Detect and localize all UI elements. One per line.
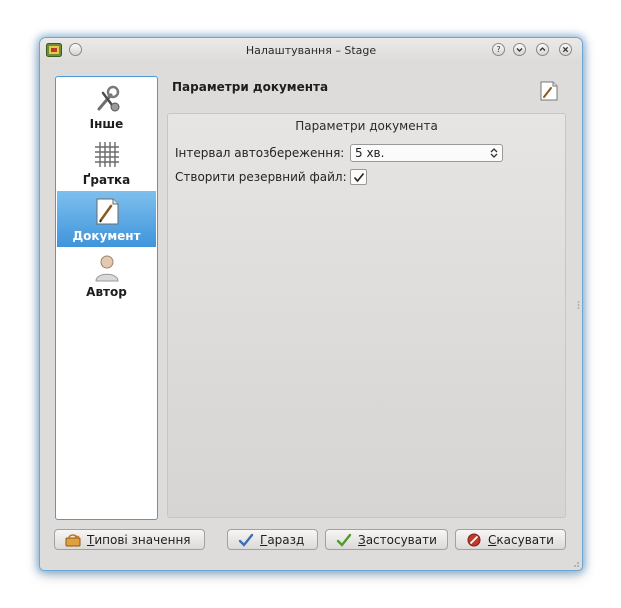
autosave-interval-spinbox[interactable]: 5 хв. bbox=[350, 144, 503, 162]
page-title: Параметри документа bbox=[172, 80, 329, 94]
button-label: ипові значення bbox=[94, 533, 191, 547]
minimize-icon[interactable] bbox=[513, 43, 526, 56]
check-icon bbox=[336, 533, 352, 547]
cancel-icon bbox=[467, 533, 481, 547]
cancel-button[interactable]: Скасувати bbox=[455, 529, 566, 550]
apply-button[interactable]: Застосувати bbox=[325, 529, 448, 550]
sidebar-item-label: Документ bbox=[72, 229, 141, 243]
help-icon[interactable]: ? bbox=[492, 43, 505, 56]
backup-file-label: Створити резервний файл: bbox=[175, 170, 347, 184]
button-label: касувати bbox=[496, 533, 554, 547]
group-title: Параметри документа bbox=[295, 119, 438, 133]
maximize-icon[interactable] bbox=[536, 43, 549, 56]
document-icon bbox=[96, 198, 119, 225]
spin-arrows-icon[interactable] bbox=[489, 147, 499, 159]
button-label: астосувати bbox=[365, 533, 437, 547]
sidebar-item-label: Ґратка bbox=[82, 173, 131, 187]
sidebar-item-label: Автор bbox=[86, 285, 127, 299]
sidebar-item-other[interactable]: Інше bbox=[57, 79, 156, 135]
user-icon bbox=[95, 255, 119, 282]
tools-icon bbox=[97, 85, 120, 112]
button-label: аразд bbox=[267, 533, 305, 547]
resize-corner-icon[interactable] bbox=[572, 560, 580, 568]
category-list[interactable]: Інше Ґратка Документ Автор bbox=[55, 76, 158, 520]
defaults-button[interactable]: Типові значення bbox=[54, 529, 205, 550]
sidebar-item-author[interactable]: Автор bbox=[57, 247, 156, 303]
resize-grip-icon[interactable] bbox=[577, 300, 580, 310]
sidebar-item-label: Інше bbox=[89, 117, 124, 131]
checkmark-icon bbox=[353, 173, 365, 183]
sidebar-item-document[interactable]: Документ bbox=[57, 191, 156, 247]
grid-icon bbox=[95, 142, 119, 167]
backup-file-checkbox[interactable] bbox=[350, 169, 367, 185]
mnemonic: З bbox=[358, 533, 366, 547]
ok-button[interactable]: Гаразд bbox=[227, 529, 318, 550]
close-icon[interactable] bbox=[559, 43, 572, 56]
reset-icon bbox=[65, 534, 81, 547]
autosave-interval-label: Інтервал автозбереження: bbox=[175, 146, 345, 160]
autosave-interval-value: 5 хв. bbox=[355, 146, 385, 160]
title-bar[interactable]: Налаштування – Stage ? bbox=[40, 38, 582, 64]
check-icon bbox=[238, 533, 254, 547]
document-icon bbox=[540, 81, 558, 101]
document-settings-group: Параметри документа Інтервал автозбереже… bbox=[167, 113, 566, 518]
sidebar-item-grid[interactable]: Ґратка bbox=[57, 135, 156, 191]
settings-dialog: Налаштування – Stage ? Інше Ґратка Докум… bbox=[40, 38, 582, 570]
